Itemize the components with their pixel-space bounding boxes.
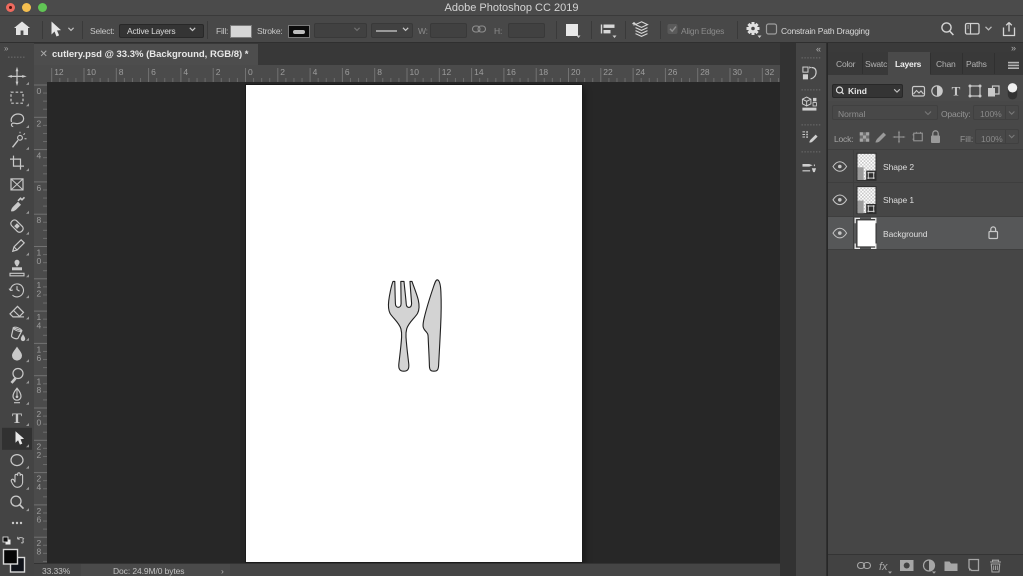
- svg-text:8: 8: [37, 385, 42, 395]
- svg-text:0: 0: [37, 256, 42, 266]
- svg-text:«: «: [816, 44, 821, 54]
- svg-text:2: 2: [37, 288, 42, 298]
- svg-text:T: T: [952, 84, 961, 99]
- svg-text:16: 16: [506, 67, 516, 77]
- svg-text:8: 8: [37, 547, 42, 557]
- svg-text:24: 24: [636, 67, 646, 77]
- svg-text:8: 8: [37, 215, 42, 225]
- svg-text:0: 0: [37, 86, 42, 96]
- svg-text:26: 26: [668, 67, 678, 77]
- svg-text:12: 12: [442, 67, 452, 77]
- svg-text:8: 8: [119, 67, 124, 77]
- svg-text:2: 2: [37, 118, 42, 128]
- svg-text:8: 8: [377, 67, 382, 77]
- svg-text:6: 6: [37, 514, 42, 524]
- svg-text:30: 30: [733, 67, 743, 77]
- svg-text:10: 10: [410, 67, 420, 77]
- svg-text:28: 28: [700, 67, 710, 77]
- svg-text:6: 6: [37, 183, 42, 193]
- svg-text:18: 18: [539, 67, 549, 77]
- svg-text:22: 22: [603, 67, 613, 77]
- svg-text:0: 0: [248, 67, 253, 77]
- svg-text:6: 6: [37, 353, 42, 363]
- svg-text:2: 2: [280, 67, 285, 77]
- svg-text:fx: fx: [879, 561, 888, 573]
- svg-text:6: 6: [345, 67, 350, 77]
- svg-text:4: 4: [313, 67, 318, 77]
- svg-text:32: 32: [765, 67, 775, 77]
- svg-text:2: 2: [37, 450, 42, 460]
- svg-text:4: 4: [37, 151, 42, 161]
- svg-text:10: 10: [87, 67, 97, 77]
- svg-text:14: 14: [474, 67, 484, 77]
- svg-text:4: 4: [37, 482, 42, 492]
- svg-text:T: T: [12, 411, 22, 427]
- svg-text:2: 2: [216, 67, 221, 77]
- svg-text:4: 4: [183, 67, 188, 77]
- svg-text:6: 6: [151, 67, 156, 77]
- svg-text:»: »: [1011, 43, 1016, 53]
- svg-text:0: 0: [37, 418, 42, 428]
- svg-text:»: »: [4, 44, 9, 53]
- svg-text:20: 20: [571, 67, 581, 77]
- svg-text:4: 4: [37, 321, 42, 331]
- svg-text:12: 12: [54, 67, 64, 77]
